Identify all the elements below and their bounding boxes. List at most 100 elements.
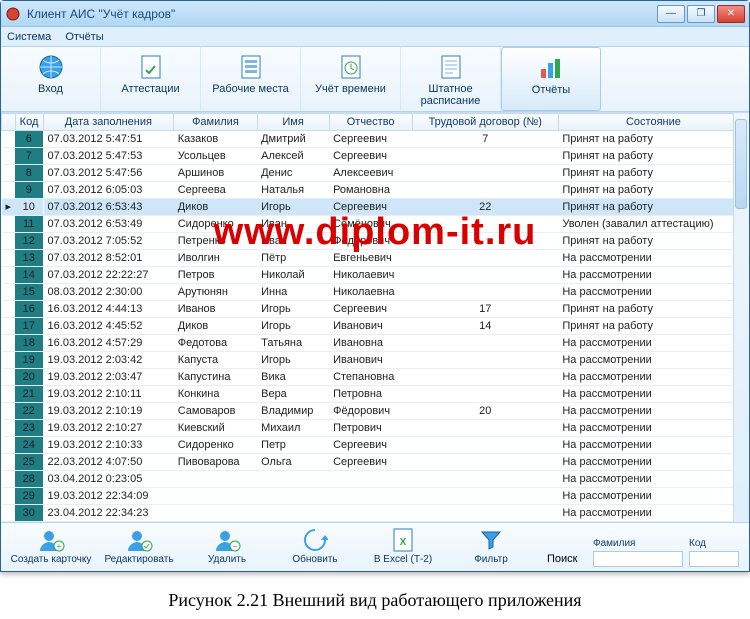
doc-check-icon (137, 53, 165, 81)
table-row[interactable]: 1207.03.2012 7:05:52ПетренкоИванФёдорови… (2, 233, 749, 250)
cell-state: На рассмотрении (558, 250, 748, 267)
cell-otch: Степановна (329, 369, 412, 386)
toolbar-label: Учёт времени (305, 83, 396, 95)
bottom-icon: − (212, 527, 242, 553)
row-num: 18 (15, 335, 43, 352)
menu-reports[interactable]: Отчёты (65, 31, 103, 43)
search-code-input[interactable] (689, 551, 739, 567)
table-row[interactable]: 1816.03.2012 4:57:29ФедотоваТатьянаИвано… (2, 335, 749, 352)
row-marker (2, 335, 16, 352)
column-header[interactable]: Фамилия (174, 114, 257, 131)
cell-contract (412, 369, 558, 386)
table-row[interactable]: 1307.03.2012 8:52:01ИволгинПётрЕвгеньеви… (2, 250, 749, 267)
column-header[interactable]: Имя (257, 114, 329, 131)
toolbar-globe[interactable]: Вход (1, 47, 101, 111)
bottom-btn-0[interactable]: +Создать карточку (7, 525, 95, 569)
bottom-btn-1[interactable]: Редактировать (95, 525, 183, 569)
cell-name: Ольга (257, 454, 329, 471)
cell-date: 07.03.2012 7:05:52 (43, 233, 174, 250)
cell-otch (329, 471, 412, 488)
row-marker (2, 301, 16, 318)
table-row[interactable]: 2803.04.2012 0:23:05На рассмотрении (2, 471, 749, 488)
cell-name: Вера (257, 386, 329, 403)
cell-date: 16.03.2012 4:57:29 (43, 335, 174, 352)
row-num: 7 (15, 148, 43, 165)
table-row[interactable]: 1508.03.2012 2:30:00АрутюнянИннаНиколаев… (2, 284, 749, 301)
cell-date: 08.03.2012 2:30:00 (43, 284, 174, 301)
toolbar-label: Рабочие места (205, 83, 296, 95)
table-row[interactable]: 2219.03.2012 2:10:19СамоваровВладимирФёд… (2, 403, 749, 420)
row-num: 15 (15, 284, 43, 301)
toolbar-doc-lines[interactable]: Штатное расписание (401, 47, 501, 111)
cell-date: 07.03.2012 5:47:56 (43, 165, 174, 182)
figure-caption: Рисунок 2.21 Внешний вид работающего при… (0, 572, 750, 619)
bottom-label: Фильтр (449, 554, 533, 565)
table-row[interactable]: 707.03.2012 5:47:53УсольцевАлексейСергее… (2, 148, 749, 165)
table-row[interactable]: 2522.03.2012 4:07:50ПивовароваОльгаСерге… (2, 454, 749, 471)
row-marker (2, 182, 16, 199)
minimize-button[interactable]: — (657, 5, 685, 23)
globe-icon (37, 53, 65, 81)
cell-date: 19.03.2012 2:03:42 (43, 352, 174, 369)
scrollbar-thumb[interactable] (735, 119, 747, 209)
toolbar-doc-time[interactable]: Учёт времени (301, 47, 401, 111)
menu-system[interactable]: Система (7, 31, 51, 43)
bottom-btn-3[interactable]: Обновить (271, 525, 359, 569)
column-header[interactable]: Дата заполнения (43, 114, 174, 131)
table-row[interactable]: 2119.03.2012 2:10:11КонкинаВераПетровнаН… (2, 386, 749, 403)
bottom-icon (300, 527, 330, 553)
table-row[interactable]: 607.03.2012 5:47:51КазаковДмитрийСергеев… (2, 131, 749, 148)
close-button[interactable]: ✕ (717, 5, 745, 23)
table-row[interactable]: 907.03.2012 6:05:03СергееваНатальяРомано… (2, 182, 749, 199)
row-num: 21 (15, 386, 43, 403)
table-row[interactable]: 1407.03.2012 22:22:27ПетровНиколайНикола… (2, 267, 749, 284)
scrollbar-vertical[interactable] (733, 113, 749, 522)
column-header[interactable]: Трудовой договор (№) (412, 114, 558, 131)
bottom-btn-4[interactable]: XВ Excel (Т-2) (359, 525, 447, 569)
row-num: 19 (15, 352, 43, 369)
table-row[interactable]: 1616.03.2012 4:44:13ИвановИгорьСергеевич… (2, 301, 749, 318)
row-num: 28 (15, 471, 43, 488)
cell-fam (174, 471, 257, 488)
table-row[interactable]: 1919.03.2012 2:03:42КапустаИгорьИванович… (2, 352, 749, 369)
cell-state: Принят на работу (558, 301, 748, 318)
cell-state: На рассмотрении (558, 335, 748, 352)
bottom-btn-2[interactable]: −Удалить (183, 525, 271, 569)
column-header[interactable]: Состояние (558, 114, 748, 131)
toolbar-doc-grid[interactable]: Рабочие места (201, 47, 301, 111)
maximize-button[interactable]: ❐ (687, 5, 715, 23)
search-fam-input[interactable] (593, 551, 683, 567)
column-header[interactable]: Отчество (329, 114, 412, 131)
table-row[interactable]: 1716.03.2012 4:45:52ДиковИгорьИванович14… (2, 318, 749, 335)
cell-date: 07.03.2012 6:05:03 (43, 182, 174, 199)
cell-fam: Арутюнян (174, 284, 257, 301)
cell-otch: Петровна (329, 386, 412, 403)
doc-grid-icon (237, 53, 265, 81)
toolbar-doc-check[interactable]: Аттестации (101, 47, 201, 111)
cell-otch: Фёдорович (329, 403, 412, 420)
cell-contract (412, 148, 558, 165)
row-num: 20 (15, 369, 43, 386)
table-row[interactable]: 2419.03.2012 2:10:33СидоренкоПетрСергеев… (2, 437, 749, 454)
cell-otch (329, 488, 412, 505)
table-row[interactable]: 807.03.2012 5:47:56АршиновДенисАлексееви… (2, 165, 749, 182)
cell-state: На рассмотрении (558, 471, 748, 488)
cell-fam: Капустина (174, 369, 257, 386)
cell-date: 19.03.2012 2:10:33 (43, 437, 174, 454)
data-grid: КодДата заполненияФамилияИмяОтчествоТруд… (1, 112, 749, 522)
toolbar-label: Вход (5, 83, 96, 95)
bottom-label: Редактировать (97, 554, 181, 565)
toolbar-chart[interactable]: Отчёты (501, 47, 601, 111)
cell-name: Петр (257, 437, 329, 454)
search-code-label: Код (689, 538, 739, 549)
cell-date: 22.03.2012 4:07:50 (43, 454, 174, 471)
cell-state: Принят на работу (558, 182, 748, 199)
table-row[interactable]: ▸1007.03.2012 6:53:43ДиковИгорьСергеевич… (2, 199, 749, 216)
column-header[interactable]: Код (15, 114, 43, 131)
table-row[interactable]: 2919.03.2012 22:34:09На рассмотрении (2, 488, 749, 505)
table-row[interactable]: 2319.03.2012 2:10:27КиевскийМихаилПетров… (2, 420, 749, 437)
row-num: 10 (15, 199, 43, 216)
table-row[interactable]: 1107.03.2012 6:53:49СидоренкоИванСемёнов… (2, 216, 749, 233)
table-row[interactable]: 2019.03.2012 2:03:47КапустинаВикаСтепано… (2, 369, 749, 386)
bottom-btn-5[interactable]: Фильтр (447, 525, 535, 569)
